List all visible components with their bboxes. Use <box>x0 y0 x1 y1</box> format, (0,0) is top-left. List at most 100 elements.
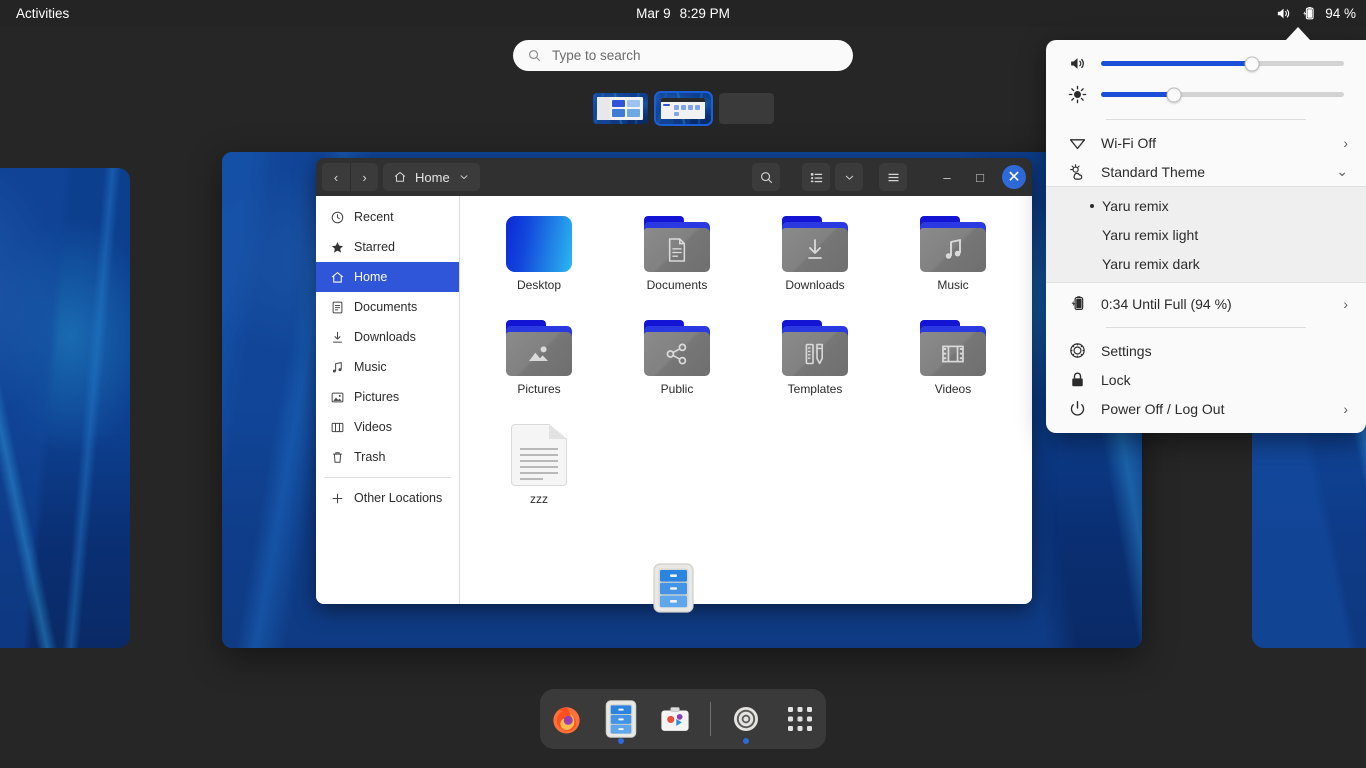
path-bar-empty-area[interactable] <box>485 163 747 191</box>
music-note-icon <box>332 361 342 372</box>
sidebar-label: Home <box>354 270 388 284</box>
wallpaper-left <box>0 168 130 648</box>
volume-slider[interactable] <box>1101 56 1344 71</box>
menu-divider-2 <box>1106 327 1306 328</box>
theme-option-yaru-remix-dark[interactable]: Yaru remix dark <box>1046 249 1366 278</box>
chevron-down-icon: ⌄ <box>1336 163 1348 179</box>
sidebar-item-pictures[interactable]: Pictures <box>316 382 459 412</box>
dock-item-firefox[interactable] <box>542 693 592 745</box>
dock-item-show-applications[interactable] <box>775 693 825 745</box>
file-item-desktop[interactable]: Desktop <box>470 210 608 314</box>
file-label: Videos <box>934 382 972 396</box>
file-label: Public <box>660 382 694 396</box>
main-menu-button[interactable] <box>879 163 907 191</box>
documents-folder-icon <box>644 216 710 272</box>
file-label: zzz <box>530 492 548 506</box>
workspace-preview-left[interactable] <box>0 168 130 648</box>
close-button[interactable]: ✕ <box>1002 165 1026 189</box>
share-icon <box>666 343 687 365</box>
sidebar-item-downloads[interactable]: Downloads <box>316 322 459 352</box>
sidebar-item-documents[interactable]: Documents <box>316 292 459 322</box>
menu-item-wifi[interactable]: Wi-Fi Off › <box>1046 128 1366 157</box>
dragged-files-app-icon[interactable] <box>653 563 694 613</box>
music-note-icon <box>945 239 961 259</box>
minimize-button[interactable]: – <box>933 163 961 191</box>
workspace-thumbnail-3[interactable] <box>718 93 774 124</box>
view-list-button[interactable] <box>802 163 830 191</box>
battery-label: 0:34 Until Full (94 %) <box>1101 295 1232 312</box>
theme-option-yaru-remix-light[interactable]: Yaru remix light <box>1046 220 1366 249</box>
menu-item-battery[interactable]: 0:34 Until Full (94 %) › <box>1046 289 1366 318</box>
file-item-documents[interactable]: Documents <box>608 210 746 314</box>
file-label: Documents <box>646 278 708 292</box>
battery-charging-icon <box>1071 296 1084 311</box>
brightness-slider-row[interactable] <box>1046 79 1366 110</box>
search-button[interactable] <box>752 163 780 191</box>
sidebar-item-trash[interactable]: Trash <box>316 442 459 472</box>
menu-item-theme[interactable]: Standard Theme ⌄ <box>1046 157 1366 186</box>
public-folder-icon <box>644 320 710 376</box>
theme-option-yaru-remix[interactable]: Yaru remix <box>1046 191 1366 220</box>
trash-icon <box>333 451 342 463</box>
sidebar-label: Recent <box>354 210 394 224</box>
clock-time: 8:29 PM <box>679 6 730 21</box>
back-button[interactable]: ‹ <box>322 163 350 191</box>
search-icon <box>760 171 772 183</box>
lock-label: Lock <box>1101 371 1131 388</box>
view-options-dropdown[interactable] <box>835 163 863 191</box>
document-icon <box>668 238 686 262</box>
sidebar-item-recent[interactable]: Recent <box>316 202 459 232</box>
path-bar-home-button[interactable]: Home <box>383 163 480 191</box>
gear-icon <box>733 707 758 731</box>
file-item-music[interactable]: Music <box>884 210 1022 314</box>
file-item-templates[interactable]: Templates <box>746 314 884 418</box>
clock-area: Mar 9 8:29 PM <box>0 0 1366 27</box>
plus-icon <box>332 493 343 503</box>
file-label: Templates <box>787 382 843 396</box>
volume-slider-row[interactable] <box>1046 48 1366 79</box>
menu-item-lock[interactable]: Lock <box>1046 365 1366 394</box>
clock-button[interactable]: Mar 9 8:29 PM <box>628 6 738 21</box>
menu-item-power[interactable]: Power Off / Log Out › <box>1046 394 1366 423</box>
sidebar-label: Downloads <box>354 330 416 344</box>
workspace-thumbnail-1[interactable] <box>592 93 648 124</box>
activities-button[interactable]: Activities <box>0 0 81 27</box>
sidebar-item-starred[interactable]: Starred <box>316 232 459 262</box>
sidebar-label: Music <box>354 360 387 374</box>
overview-search-entry[interactable]: Type to search <box>513 40 853 71</box>
sidebar-item-videos[interactable]: Videos <box>316 412 459 442</box>
volume-slider-handle[interactable] <box>1244 56 1260 71</box>
pictures-folder-icon <box>506 320 572 376</box>
file-item-videos[interactable]: Videos <box>884 314 1022 418</box>
dock-item-settings[interactable] <box>721 693 771 745</box>
dock-item-files[interactable] <box>596 693 646 745</box>
maximize-button[interactable]: □ <box>966 163 994 191</box>
sidebar-item-music[interactable]: Music <box>316 352 459 382</box>
chevron-right-icon: › <box>1343 134 1348 151</box>
ubuntu-software-icon <box>660 707 689 731</box>
selected-bullet <box>1090 203 1094 208</box>
files-icon-grid[interactable]: Desktop Documents Downloads Music Pictur… <box>460 196 1032 604</box>
workspace-thumbnail-2[interactable] <box>653 91 713 126</box>
downloads-folder-icon <box>782 216 848 272</box>
file-item-zzz[interactable]: zzz <box>470 418 608 522</box>
forward-button[interactable]: › <box>350 163 378 191</box>
file-item-public[interactable]: Public <box>608 314 746 418</box>
download-icon <box>808 239 822 259</box>
file-item-downloads[interactable]: Downloads <box>746 210 884 314</box>
theme-icon <box>1070 164 1083 180</box>
dock-item-ubuntu-software[interactable] <box>650 693 700 745</box>
sidebar-divider <box>324 477 451 478</box>
files-body: Recent Starred Home Documents Downloads … <box>316 196 1032 604</box>
system-status-button[interactable]: 94 % <box>1275 0 1356 27</box>
top-panel: Activities Mar 9 8:29 PM 94 % <box>0 0 1366 27</box>
menu-item-settings[interactable]: Settings <box>1046 336 1366 365</box>
hamburger-menu-icon <box>888 173 898 181</box>
brightness-slider-handle[interactable] <box>1166 87 1182 102</box>
brightness-slider[interactable] <box>1101 87 1344 102</box>
files-application-window[interactable]: ‹ › Home – □ ✕ Recent Starred Home Docum… <box>316 158 1032 604</box>
file-item-pictures[interactable]: Pictures <box>470 314 608 418</box>
text-document-icon <box>511 424 567 486</box>
sidebar-item-other-locations[interactable]: Other Locations <box>316 483 459 513</box>
sidebar-item-home[interactable]: Home <box>316 262 459 292</box>
